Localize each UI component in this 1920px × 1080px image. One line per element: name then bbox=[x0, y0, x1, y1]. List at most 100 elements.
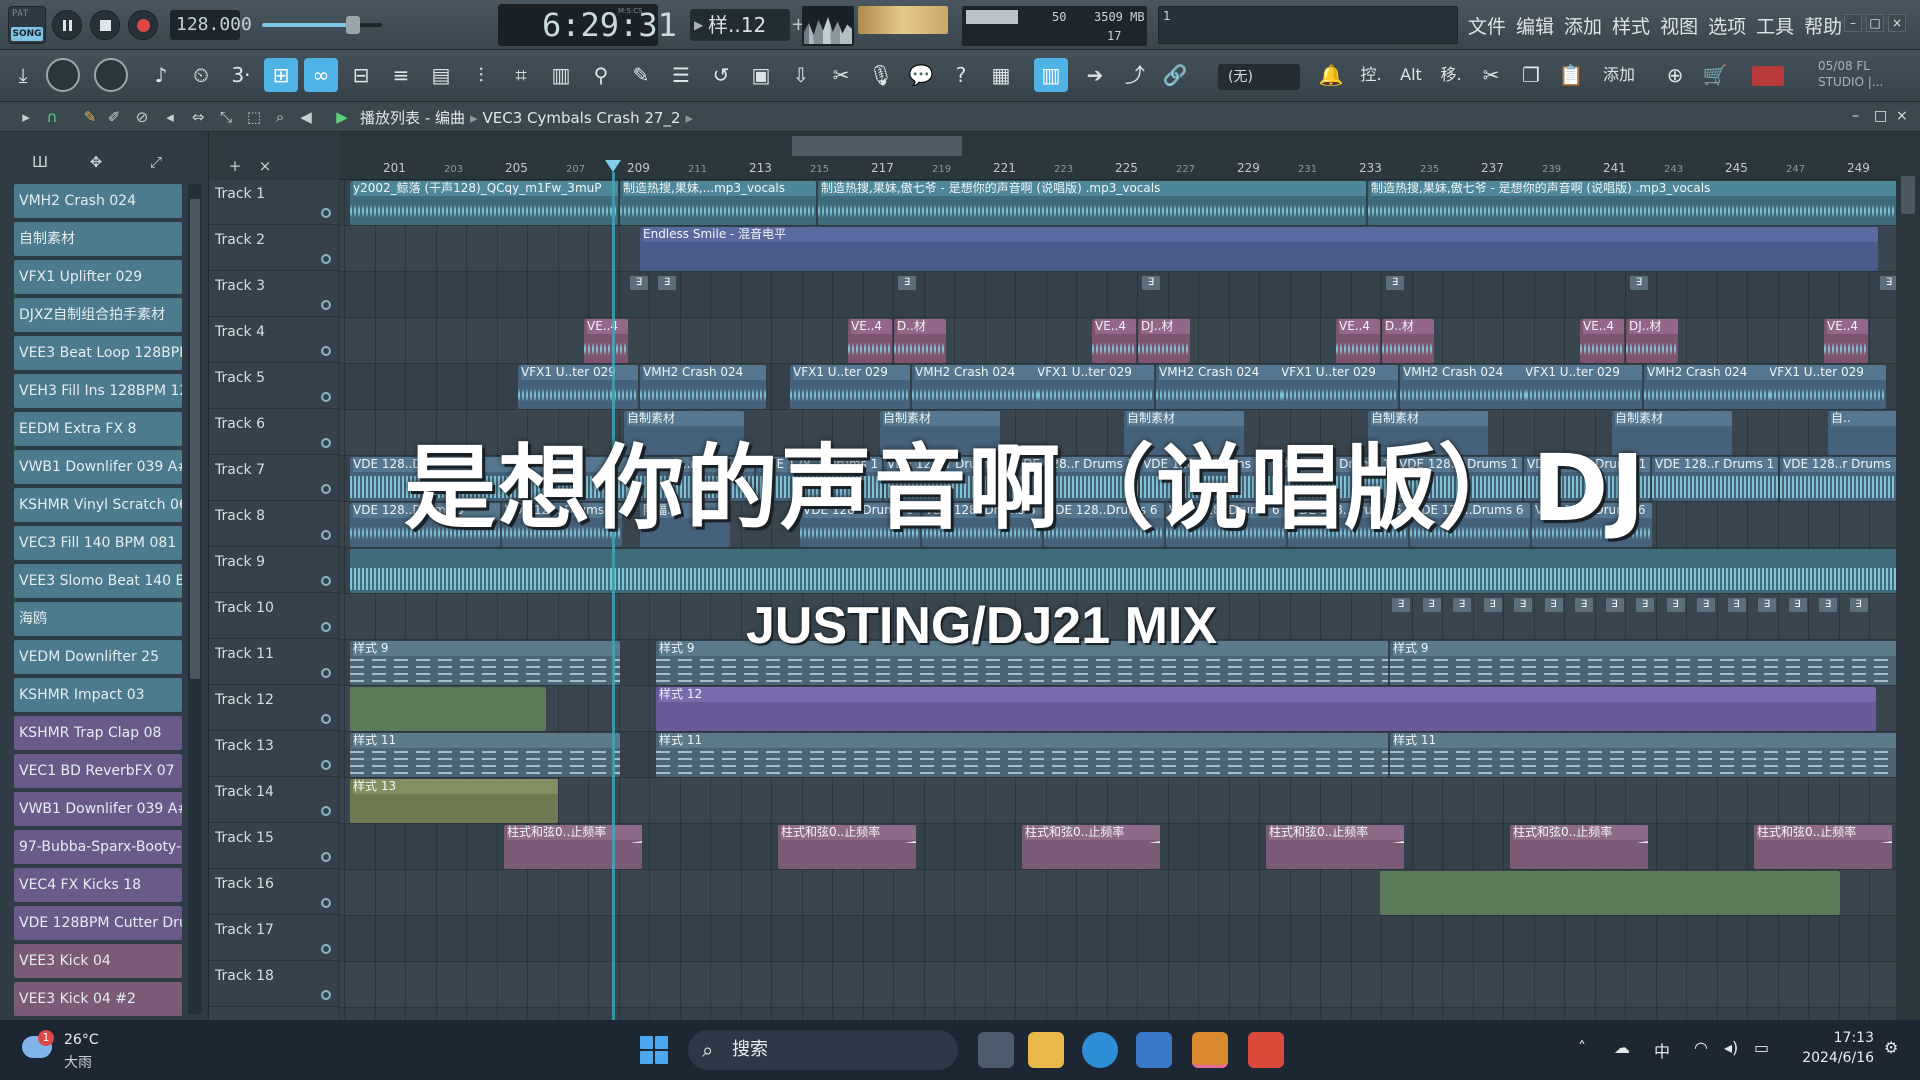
tools-icon[interactable]: ≡ bbox=[384, 58, 418, 92]
pattern-clip-marker[interactable]: ∃ bbox=[1849, 598, 1868, 612]
track-header[interactable]: Track 1 bbox=[209, 180, 339, 225]
playlist-clip[interactable]: 柱式和弦0..止频率 bbox=[1510, 825, 1648, 869]
pattern-clip-marker[interactable]: ∃ bbox=[1386, 276, 1404, 290]
playlist-clip[interactable]: 柱式和弦0..止频率 bbox=[1022, 825, 1160, 869]
playlist-clip[interactable] bbox=[1380, 871, 1840, 915]
pause-button[interactable] bbox=[52, 10, 82, 40]
slip-icon[interactable]: ⇔ bbox=[188, 107, 208, 127]
wifi-icon[interactable]: ◠ bbox=[1694, 1038, 1708, 1057]
track-lane[interactable] bbox=[340, 272, 1896, 318]
playlist-clip[interactable]: DJ..材 bbox=[1138, 319, 1190, 363]
playlist-clip[interactable]: VE..4 bbox=[1824, 319, 1868, 363]
picker-item[interactable]: VWB1 Downlifer 039 A# bbox=[14, 450, 182, 484]
track-header[interactable]: Track 9 bbox=[209, 548, 339, 593]
track-mute-led[interactable] bbox=[321, 622, 331, 632]
track-header[interactable]: Track 8 bbox=[209, 502, 339, 547]
pattern-selector[interactable]: ▶ 样..12 + bbox=[690, 9, 806, 41]
picker-item[interactable]: KSHMR Trap Clap 08 bbox=[14, 716, 182, 750]
playlist-clip[interactable]: Endless Smile - 混音电平 bbox=[640, 227, 1878, 271]
notification-icon[interactable]: ⚙ bbox=[1884, 1038, 1898, 1057]
track-mute-led[interactable] bbox=[321, 300, 331, 310]
pattern-clip-marker[interactable]: ∃ bbox=[1630, 276, 1648, 290]
track-header[interactable]: Track 2 bbox=[209, 226, 339, 271]
track-mute-led[interactable] bbox=[321, 208, 331, 218]
record-button[interactable] bbox=[128, 10, 158, 40]
metronome-icon[interactable]: ♪ bbox=[144, 58, 178, 92]
pattern-clip-marker[interactable]: ∃ bbox=[1544, 598, 1563, 612]
tempo-display[interactable]: 128.000 bbox=[170, 10, 252, 40]
playlist-clip[interactable]: 样式 11 bbox=[656, 733, 1388, 777]
track-header[interactable]: Track 6 bbox=[209, 410, 339, 455]
track-mute-led[interactable] bbox=[321, 484, 331, 494]
playlist-clip[interactable]: VFX1 U..ter 029 bbox=[1766, 365, 1886, 409]
playlist-clip[interactable]: VE..4 bbox=[584, 319, 628, 363]
snap-icon[interactable]: ⊟ bbox=[344, 58, 378, 92]
add-track-icon[interactable]: + bbox=[225, 156, 245, 176]
track-mute-led[interactable] bbox=[321, 346, 331, 356]
copy-icon[interactable]: ❐ bbox=[1514, 58, 1548, 92]
playlist-clip[interactable]: VMH2 Crash 024 bbox=[1400, 365, 1526, 409]
pattern-clip-marker[interactable]: ∃ bbox=[658, 276, 676, 290]
arrow-right-icon[interactable]: ➔ bbox=[1078, 58, 1112, 92]
pattern-clip-marker[interactable]: ∃ bbox=[1483, 598, 1502, 612]
pattern-song-mode-toggle[interactable]: PAT SONG bbox=[8, 6, 46, 44]
playlist-clip[interactable]: VE..4 bbox=[1336, 319, 1380, 363]
picker-item[interactable]: VMH2 Crash 024 bbox=[14, 184, 182, 218]
pattern-clip-marker[interactable]: ∃ bbox=[1142, 276, 1160, 290]
track-header[interactable]: Track 11 bbox=[209, 640, 339, 685]
zoom-icon[interactable]: ⌕ bbox=[270, 107, 290, 127]
picker-item[interactable]: VEC3 Fill 140 BPM 081 bbox=[14, 526, 182, 560]
playlist-clip[interactable]: 柱式和弦0..止频率 bbox=[504, 825, 642, 869]
loop-record-icon[interactable]: ∞ bbox=[304, 58, 338, 92]
track-header[interactable]: Track 14 bbox=[209, 778, 339, 823]
edge-browser-icon[interactable] bbox=[1082, 1032, 1118, 1068]
track-header[interactable]: Track 5 bbox=[209, 364, 339, 409]
pattern-clip-marker[interactable]: ∃ bbox=[1666, 598, 1685, 612]
main-volume-knob[interactable] bbox=[46, 58, 80, 92]
menu-add[interactable]: 添加 bbox=[1564, 12, 1602, 39]
playlist-clip[interactable]: 柱式和弦0..止频率 bbox=[1266, 825, 1404, 869]
ime-indicator[interactable]: 中 bbox=[1654, 1038, 1670, 1062]
track-mute-led[interactable] bbox=[321, 806, 331, 816]
track-mute-led[interactable] bbox=[321, 852, 331, 862]
pattern-clip-marker[interactable]: ∃ bbox=[1697, 598, 1715, 612]
playlist-clip[interactable]: VMH2 Crash 024 bbox=[1156, 365, 1282, 409]
horizontal-scrollbar[interactable] bbox=[340, 132, 1896, 160]
track-header[interactable]: Track 18 bbox=[209, 962, 339, 1007]
menu-view[interactable]: 视图 bbox=[1660, 12, 1698, 39]
onedrive-icon[interactable]: ☁ bbox=[1614, 1038, 1630, 1057]
automation-icon[interactable]: ⤢ bbox=[146, 152, 166, 172]
pattern-clip-marker[interactable]: ∃ bbox=[1422, 598, 1441, 612]
file-explorer-icon[interactable] bbox=[1028, 1032, 1064, 1068]
track-lane[interactable] bbox=[340, 916, 1896, 962]
playlist-clip[interactable]: 柱式和弦0..止频率 bbox=[778, 825, 916, 869]
playlist-clip[interactable]: 制造热搜,果妹,傲七爷 - 是想你的声音啊 (说唱版) .mp3_vocals bbox=[818, 181, 1366, 225]
track-mute-led[interactable] bbox=[321, 898, 331, 908]
picker-item[interactable]: KSHMR Impact 03 bbox=[14, 678, 182, 712]
pattern-clip-marker[interactable]: ∃ bbox=[1636, 598, 1654, 612]
track-mute-led[interactable] bbox=[321, 668, 331, 678]
playlist-restore-button[interactable]: □ bbox=[1874, 108, 1887, 124]
playlist-clip[interactable]: 样式 13 bbox=[350, 779, 558, 823]
playlist-minimize-button[interactable]: – bbox=[1852, 108, 1859, 124]
track-header[interactable]: Track 17 bbox=[209, 916, 339, 961]
playlist-clip[interactable]: 样式 9 bbox=[1390, 641, 1896, 685]
pattern-clip-marker[interactable]: ∃ bbox=[1880, 276, 1896, 290]
pattern-clip-marker[interactable]: ∃ bbox=[1575, 598, 1593, 612]
fl-studio-icon[interactable] bbox=[1192, 1032, 1228, 1068]
picker-item[interactable]: VFX1 Uplifter 029 bbox=[14, 260, 182, 294]
playlist-clip[interactable] bbox=[350, 549, 1896, 593]
render-icon[interactable]: ⇩ bbox=[784, 58, 818, 92]
paste-icon[interactable]: 📋 bbox=[1554, 58, 1588, 92]
move-button[interactable]: 移. bbox=[1434, 58, 1468, 92]
track-mute-led[interactable] bbox=[321, 990, 331, 1000]
playlist-clip[interactable]: VE..4 bbox=[1092, 319, 1136, 363]
browser-icon[interactable]: ☰ bbox=[664, 58, 698, 92]
playlist-clip[interactable]: VE..4 bbox=[848, 319, 892, 363]
track-header[interactable]: Track 4 bbox=[209, 318, 339, 363]
picker-item[interactable]: VWB1 Downlifer 039 A# #2 bbox=[14, 792, 182, 826]
track-mute-led[interactable] bbox=[321, 392, 331, 402]
playlist-clip[interactable]: 样式 9 bbox=[350, 641, 620, 685]
playlist-clip[interactable]: y2002_鲸落 (干声128)_QCqy_m1Fw_3muP bbox=[350, 181, 618, 225]
flag-icon[interactable] bbox=[1752, 66, 1784, 86]
